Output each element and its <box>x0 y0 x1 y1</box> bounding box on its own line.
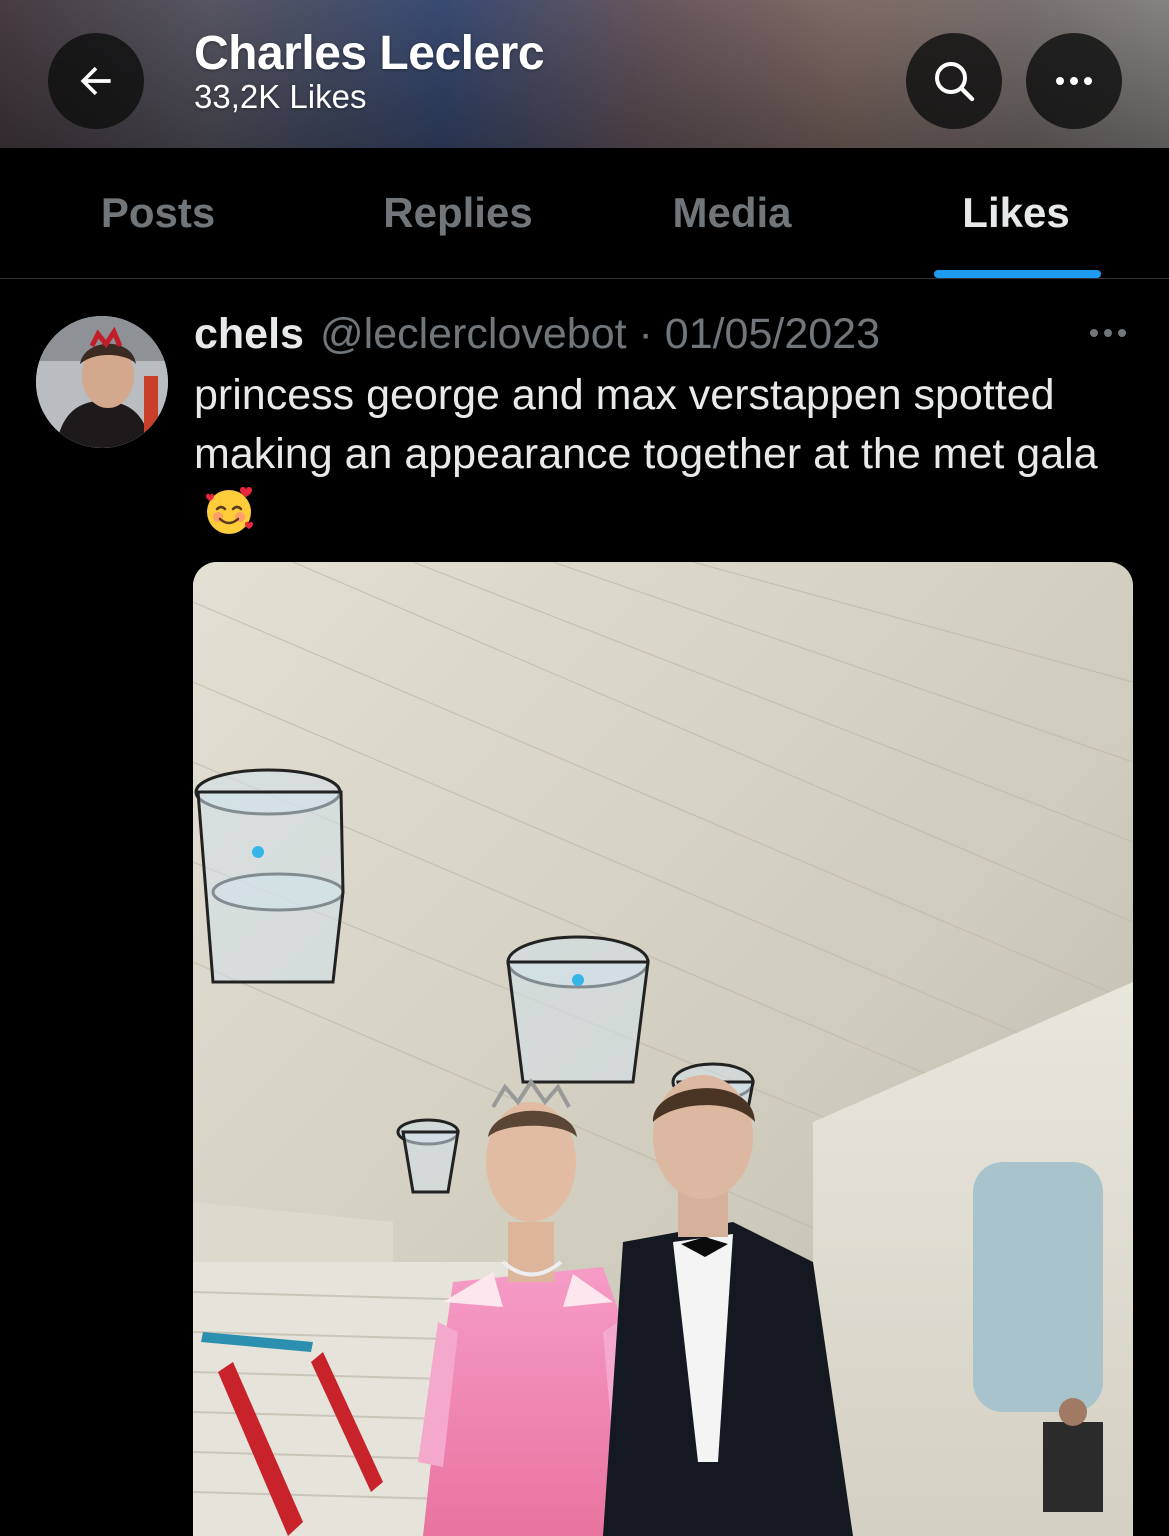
likes-count: 33,2K Likes <box>194 78 367 115</box>
tab-likes[interactable]: Likes <box>896 148 1136 278</box>
active-tab-indicator <box>934 270 1101 278</box>
search-button[interactable] <box>906 33 1002 129</box>
profile-name: Charles Leclerc <box>194 27 545 80</box>
search-icon <box>935 62 975 102</box>
back-button[interactable] <box>48 33 144 129</box>
post-text: princess george and max verstappen spott… <box>194 366 1144 554</box>
profile-tabs: Posts Replies Media Likes <box>0 148 1169 279</box>
more-horizontal-icon <box>1056 77 1092 85</box>
author-name[interactable]: chels <box>194 310 304 359</box>
arrow-left-icon <box>80 66 111 96</box>
smiling-face-with-hearts-icon <box>202 484 256 554</box>
tab-replies[interactable]: Replies <box>338 148 578 278</box>
avatar-image <box>36 316 168 448</box>
avatar[interactable] <box>36 316 168 448</box>
tab-posts[interactable]: Posts <box>38 148 278 278</box>
more-horizontal-icon <box>1090 329 1126 337</box>
more-options-button[interactable] <box>1026 33 1122 129</box>
met-gala-photo <box>193 562 1133 1536</box>
post-media-image[interactable] <box>193 562 1133 1536</box>
post-more-button[interactable] <box>1086 318 1130 348</box>
post-text-content: princess george and max verstappen spott… <box>194 371 1098 478</box>
author-handle-date[interactable]: @leclerclovebot · 01/05/2023 <box>320 310 880 359</box>
profile-header: Charles Leclerc 33,2K Likes <box>0 0 1169 148</box>
tab-media[interactable]: Media <box>612 148 852 278</box>
